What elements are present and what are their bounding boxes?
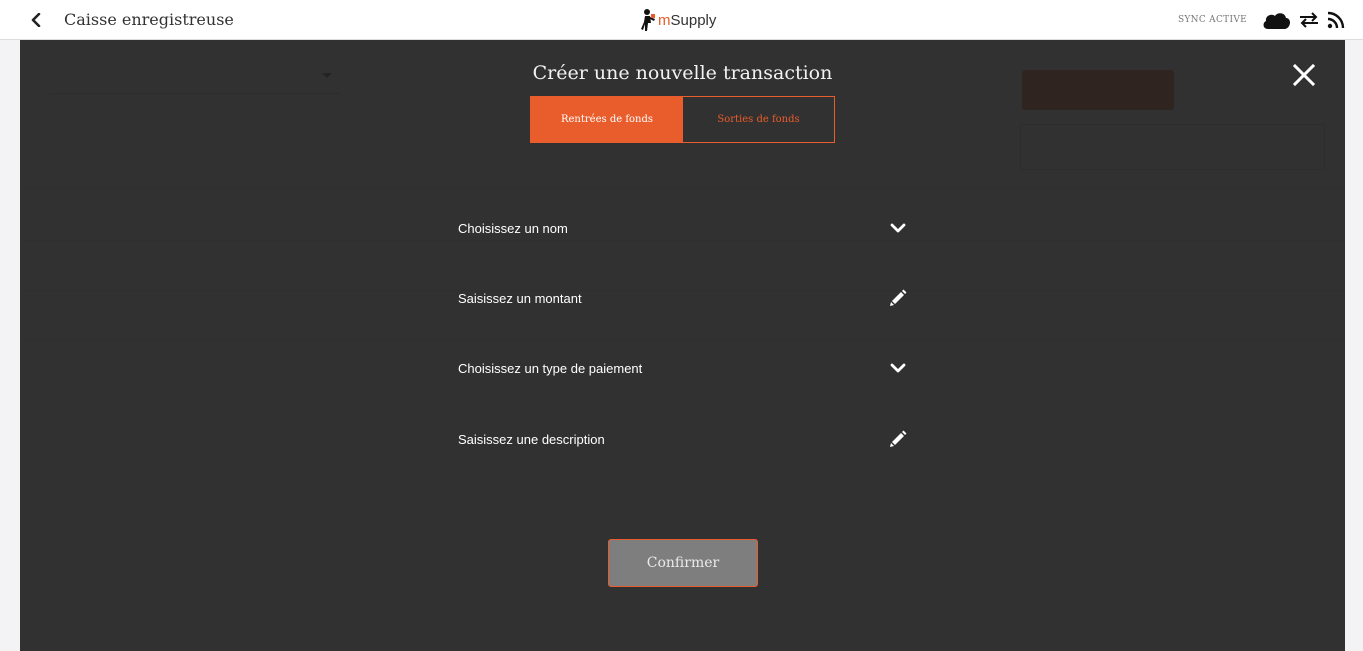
- name-select-label: Choisissez un nom: [458, 220, 568, 236]
- brand-suffix: Supply: [670, 11, 717, 29]
- sync-arrows-icon: [1300, 12, 1318, 28]
- tab-cash-out[interactable]: Sorties de fonds: [683, 97, 834, 142]
- amount-input[interactable]: Saisissez un montant: [458, 283, 908, 313]
- tab-cash-in[interactable]: Rentrées de fonds: [531, 97, 683, 142]
- confirm-button[interactable]: Confirmer: [608, 539, 758, 587]
- payment-type-label: Choisissez un type de paiement: [458, 360, 643, 376]
- pencil-icon: [888, 288, 908, 308]
- modal-title: Créer une nouvelle transaction: [532, 62, 833, 84]
- close-button[interactable]: [1290, 61, 1318, 89]
- description-input[interactable]: Saisissez une description: [458, 424, 908, 454]
- brand-logo: mSupply: [640, 6, 716, 34]
- name-select[interactable]: Choisissez un nom: [458, 213, 908, 243]
- close-icon: [1292, 63, 1316, 87]
- rss-icon: [1327, 11, 1345, 29]
- brand-name: mSupply: [658, 12, 716, 29]
- pencil-icon: [888, 429, 908, 449]
- new-transaction-modal: Créer une nouvelle transaction Rentrées …: [20, 40, 1345, 651]
- chevron-down-icon: [888, 358, 908, 378]
- amount-input-label: Saisissez un montant: [458, 290, 582, 306]
- back-button[interactable]: [26, 10, 46, 30]
- description-input-label: Saisissez une description: [458, 431, 605, 447]
- top-bar: Caisse enregistreuse mSupply SYNC ACTIVE: [0, 0, 1363, 40]
- back-chevron-icon: [31, 13, 41, 27]
- sync-label: SYNC ACTIVE: [1177, 15, 1247, 25]
- page-title: Caisse enregistreuse: [64, 10, 234, 29]
- cloud-icon: [1263, 13, 1290, 29]
- msupply-logo-icon: [641, 9, 655, 31]
- sync-status[interactable]: SYNC ACTIVE: [1178, 8, 1345, 32]
- payment-type-select[interactable]: Choisissez un type de paiement: [458, 353, 908, 383]
- brand-prefix: m: [658, 11, 671, 29]
- chevron-down-icon: [888, 218, 908, 238]
- transaction-type-tabs: Rentrées de fonds Sorties de fonds: [530, 96, 835, 143]
